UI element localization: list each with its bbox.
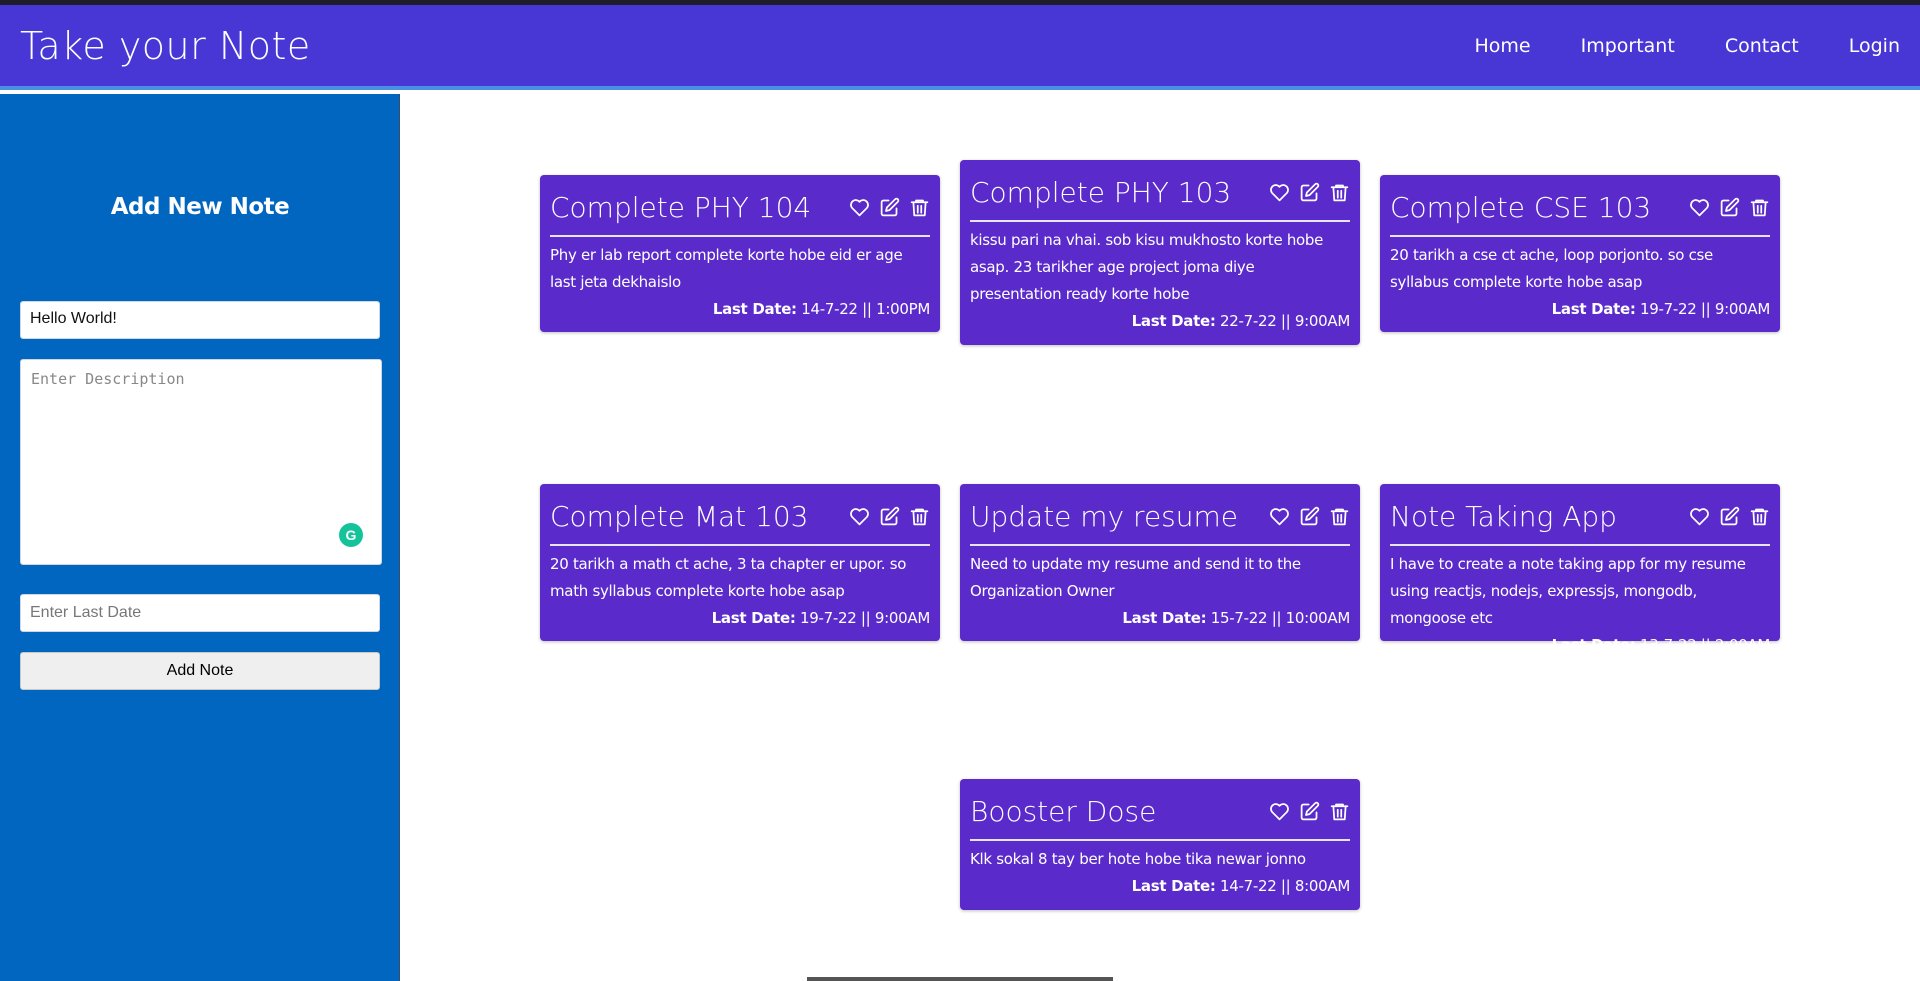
- note-card-header: Booster Dose: [970, 789, 1350, 841]
- grammarly-icon[interactable]: G: [339, 523, 363, 547]
- note-card-body: Klk sokal 8 tay ber hote hobe tika newar…: [970, 850, 1306, 868]
- note-card-header: Complete PHY 103: [970, 170, 1350, 222]
- note-card-body: I have to create a note taking app for m…: [1390, 555, 1746, 627]
- horizontal-scrollbar[interactable]: [807, 977, 1113, 981]
- heart-icon[interactable]: [849, 197, 870, 218]
- note-card-title: Booster Dose: [970, 795, 1157, 828]
- nav-links: Home Important Contact Login: [1425, 35, 1901, 57]
- note-card-date: Last Date: 15-7-22 || 10:00AM: [970, 605, 1350, 631]
- note-description-textarea[interactable]: Enter Description G: [20, 359, 382, 565]
- date-label: Last Date:: [1131, 877, 1216, 895]
- trash-icon[interactable]: [909, 197, 930, 218]
- date-value: 15-7-22 || 10:00AM: [1210, 609, 1351, 627]
- date-value: 14-7-22 || 8:00AM: [1220, 877, 1350, 895]
- edit-icon[interactable]: [1719, 197, 1740, 218]
- brand-title[interactable]: Take your Note: [20, 24, 311, 68]
- description-placeholder: Enter Description: [31, 370, 185, 388]
- date-value: 19-7-22 || 9:00AM: [800, 609, 930, 627]
- date-label: Last Date:: [1122, 609, 1207, 627]
- heart-icon[interactable]: [1269, 506, 1290, 527]
- note-card-title: Complete PHY 104: [550, 191, 812, 224]
- note-card-title: Note Taking App: [1390, 500, 1617, 533]
- note-card-header: Complete Mat 103: [550, 494, 930, 546]
- trash-icon[interactable]: [1329, 182, 1350, 203]
- note-card-body: Need to update my resume and send it to …: [970, 555, 1301, 600]
- note-card: Complete Mat 103 20 tarikh a math ct ach…: [540, 484, 940, 641]
- heart-icon[interactable]: [1689, 197, 1710, 218]
- note-card-header: Complete CSE 103: [1390, 185, 1770, 237]
- trash-icon[interactable]: [909, 506, 930, 527]
- note-card-date: Last Date: 14-7-22 || 8:00AM: [970, 873, 1351, 899]
- note-card: Note Taking App I have to create a note …: [1380, 484, 1780, 654]
- nav-login[interactable]: Login: [1849, 35, 1900, 57]
- heart-icon[interactable]: [1269, 801, 1290, 822]
- note-card-date: Last Date: 14-7-22 || 1:00PM: [550, 296, 930, 322]
- heart-icon[interactable]: [849, 506, 870, 527]
- note-card-title: Complete Mat 103: [550, 500, 809, 533]
- add-note-heading: Add New Note: [110, 194, 290, 220]
- note-title-input[interactable]: Hello World!: [20, 301, 380, 339]
- date-label: Last Date:: [711, 609, 796, 627]
- nav-contact[interactable]: Contact: [1725, 35, 1799, 57]
- edit-icon[interactable]: [879, 506, 900, 527]
- date-label: Last Date:: [712, 300, 797, 318]
- date-label: Last Date:: [1551, 636, 1636, 654]
- date-value: 22-7-22 || 9:00AM: [1220, 312, 1350, 330]
- date-value: 13-7-22 || 2:00AM: [1640, 636, 1770, 654]
- note-card-header: Update my resume: [970, 494, 1350, 546]
- note-card-date: Last Date: 19-7-22 || 9:00AM: [1390, 296, 1771, 322]
- note-card-title: Complete CSE 103: [1390, 191, 1652, 224]
- navbar: Take your Note Home Important Contact Lo…: [0, 5, 1920, 90]
- note-card-actions: [1269, 506, 1350, 527]
- last-date-input[interactable]: Enter Last Date: [20, 594, 380, 632]
- note-card: Update my resume Need to update my resum…: [960, 484, 1360, 641]
- heart-icon[interactable]: [1269, 182, 1290, 203]
- note-card-title: Update my resume: [970, 500, 1239, 533]
- note-card-actions: [1269, 801, 1350, 822]
- trash-icon[interactable]: [1749, 197, 1770, 218]
- date-value: 19-7-22 || 9:00AM: [1640, 300, 1770, 318]
- date-value: 14-7-22 || 1:00PM: [801, 300, 930, 318]
- note-card-title: Complete PHY 103: [970, 176, 1232, 209]
- note-card: Booster Dose Klk sokal 8 tay ber hote ho…: [960, 779, 1360, 910]
- note-card-actions: [849, 197, 930, 218]
- note-card-date: Last Date: 22-7-22 || 9:00AM: [970, 308, 1351, 334]
- heart-icon[interactable]: [1689, 506, 1710, 527]
- edit-icon[interactable]: [879, 197, 900, 218]
- note-card-actions: [1689, 197, 1770, 218]
- note-card-header: Complete PHY 104: [550, 185, 930, 237]
- note-card-actions: [849, 506, 930, 527]
- note-card: Complete PHY 103 kissu pari na vhai. sob…: [960, 160, 1360, 345]
- note-card-header: Note Taking App: [1390, 494, 1770, 546]
- note-card-date: Last Date: 19-7-22 || 9:00AM: [550, 605, 931, 631]
- note-card-body: 20 tarikh a math ct ache, 3 ta chapter e…: [550, 555, 907, 600]
- nav-important[interactable]: Important: [1581, 35, 1675, 57]
- note-card-actions: [1269, 182, 1350, 203]
- note-card-body: kissu pari na vhai. sob kisu mukhosto ko…: [970, 231, 1324, 303]
- note-card-actions: [1689, 506, 1770, 527]
- add-note-button[interactable]: Add Note: [20, 652, 380, 690]
- edit-icon[interactable]: [1299, 801, 1320, 822]
- note-card-body: Phy er lab report complete korte hobe ei…: [550, 246, 903, 291]
- edit-icon[interactable]: [1719, 506, 1740, 527]
- edit-icon[interactable]: [1299, 182, 1320, 203]
- edit-icon[interactable]: [1299, 506, 1320, 527]
- add-note-sidebar: Add New Note Hello World! Enter Descript…: [0, 94, 400, 981]
- trash-icon[interactable]: [1329, 801, 1350, 822]
- trash-icon[interactable]: [1329, 506, 1350, 527]
- date-label: Last Date:: [1551, 300, 1636, 318]
- nav-home[interactable]: Home: [1475, 35, 1531, 57]
- note-card: Complete PHY 104 Phy er lab report compl…: [540, 175, 940, 332]
- trash-icon[interactable]: [1749, 506, 1770, 527]
- note-card: Complete CSE 103 20 tarikh a cse ct ache…: [1380, 175, 1780, 332]
- note-card-date: Last Date: 13-7-22 || 2:00AM: [1390, 632, 1771, 658]
- date-label: Last Date:: [1131, 312, 1216, 330]
- note-card-body: 20 tarikh a cse ct ache, loop porjonto. …: [1390, 246, 1713, 291]
